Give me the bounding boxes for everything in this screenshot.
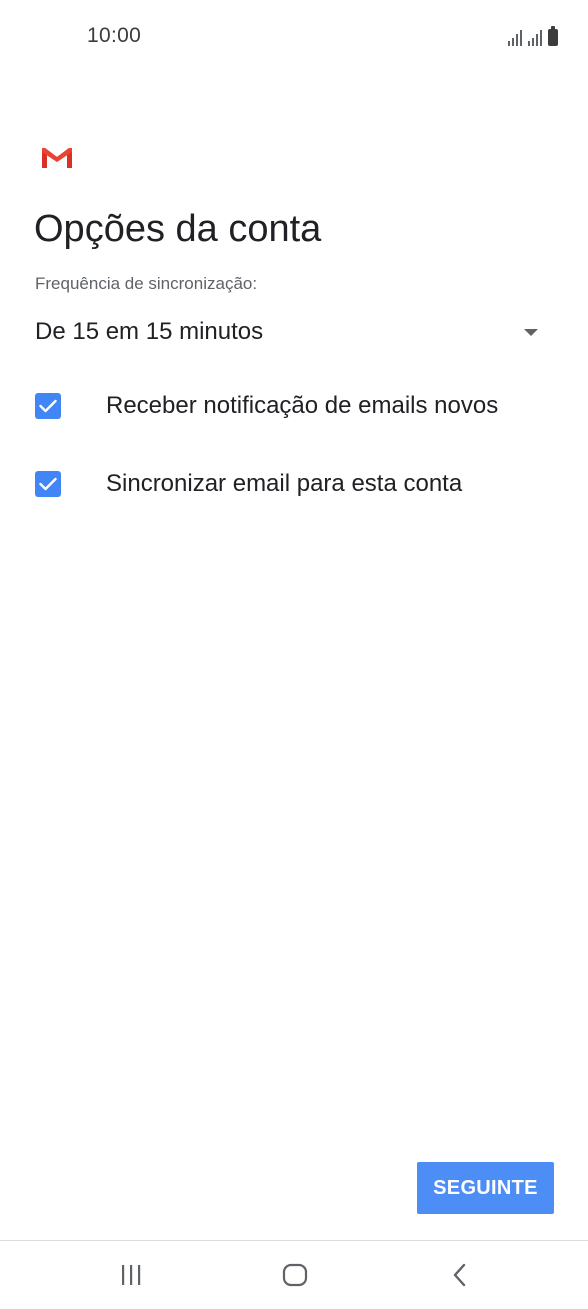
sync-frequency-dropdown[interactable]: De 15 em 15 minutos bbox=[35, 312, 543, 352]
next-button[interactable]: SEGUINTE bbox=[417, 1162, 554, 1214]
page-title: Opções da conta bbox=[34, 208, 322, 250]
notify-new-emails-option[interactable]: Receber notificação de emails novos bbox=[35, 384, 555, 428]
sync-frequency-value: De 15 em 15 minutos bbox=[35, 318, 264, 345]
signal-icon bbox=[508, 30, 522, 46]
checkbox-checked-icon[interactable] bbox=[35, 471, 61, 497]
navigation-bar bbox=[0, 1240, 588, 1309]
sync-email-label: Sincronizar email para esta conta bbox=[106, 470, 463, 497]
sync-frequency-label: Frequência de sincronização: bbox=[35, 274, 258, 293]
status-icons bbox=[508, 26, 558, 46]
signal-icon bbox=[528, 30, 542, 46]
home-icon[interactable] bbox=[275, 1259, 315, 1291]
checkbox-checked-icon[interactable] bbox=[35, 393, 61, 419]
gmail-logo bbox=[40, 146, 74, 170]
notify-new-emails-label: Receber notificação de emails novos bbox=[106, 392, 499, 419]
dropdown-arrow-icon bbox=[524, 328, 538, 336]
battery-icon bbox=[548, 26, 558, 46]
recent-apps-icon[interactable] bbox=[111, 1259, 151, 1291]
sync-email-option[interactable]: Sincronizar email para esta conta bbox=[35, 462, 555, 506]
status-bar: 10:00 bbox=[0, 0, 588, 72]
status-time: 10:00 bbox=[87, 24, 142, 47]
back-icon[interactable] bbox=[440, 1259, 480, 1291]
